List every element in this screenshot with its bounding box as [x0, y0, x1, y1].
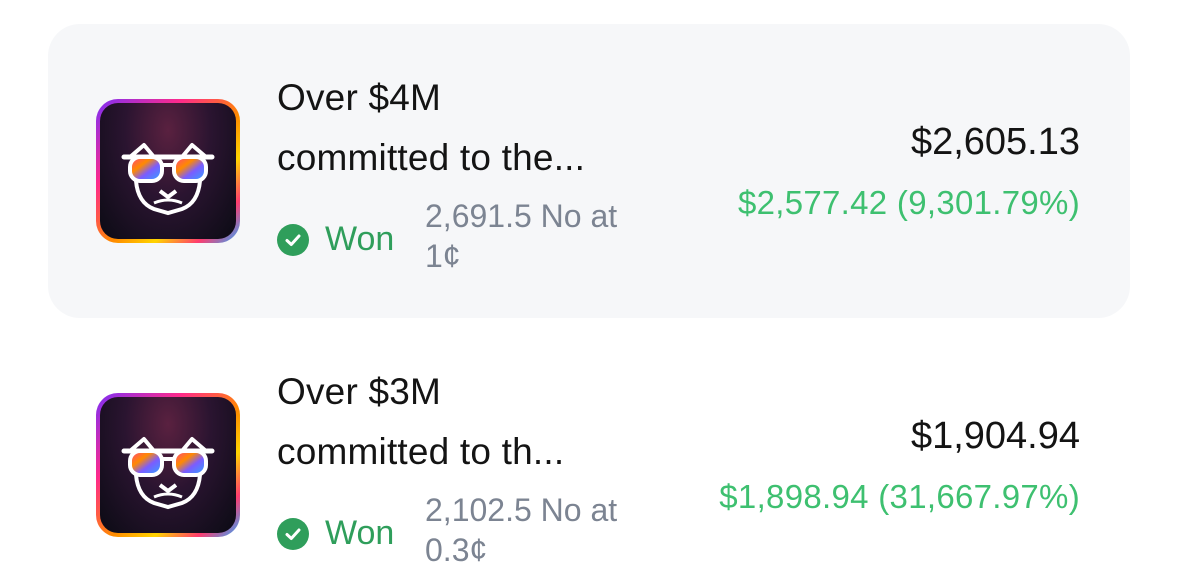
- status-badge: Won: [277, 514, 394, 553]
- position-shares: 2,102.5 No at 0.3¢: [425, 490, 655, 570]
- position-row[interactable]: Over $4M committed to the... Won 2,691.5…: [48, 24, 1130, 318]
- market-title-line1: Over $4M: [277, 77, 442, 118]
- market-title[interactable]: Over $4M committed to the...: [277, 68, 677, 188]
- position-shares-line1: 2,691.5 No at: [425, 198, 618, 234]
- market-title-line1: Over $3M: [277, 371, 442, 412]
- positions-list: Over $4M committed to the... Won 2,691.5…: [0, 0, 1178, 588]
- position-shares-line2: 1¢: [425, 238, 461, 274]
- position-shares-line1: 2,102.5 No at: [425, 492, 618, 528]
- position-gain: $1,898.94 (31,667.97%): [719, 478, 1080, 515]
- position-row[interactable]: Over $3M committed to th... Won 2,102.5 …: [48, 318, 1130, 588]
- sunglasses-mascot-icon: [121, 143, 215, 216]
- status-label: Won: [325, 514, 395, 552]
- position-shares: 2,691.5 No at 1¢: [425, 196, 655, 276]
- check-circle-icon: [277, 223, 309, 256]
- check-circle-icon: [277, 517, 309, 550]
- status-badge: Won: [277, 220, 394, 259]
- market-thumbnail: [96, 99, 240, 243]
- position-value: $2,605.13: [910, 121, 1080, 163]
- market-title-line2: committed to the...: [277, 137, 586, 178]
- position-shares-line2: 0.3¢: [425, 532, 488, 568]
- position-gain: $2,577.42 (9,301.79%): [737, 184, 1080, 221]
- status-label: Won: [325, 220, 395, 258]
- market-thumbnail: [96, 393, 240, 537]
- position-value: $1,904.94: [910, 415, 1080, 457]
- sunglasses-mascot-icon: [121, 437, 215, 510]
- market-title-line2: committed to th...: [277, 431, 565, 472]
- market-title[interactable]: Over $3M committed to th...: [277, 362, 677, 482]
